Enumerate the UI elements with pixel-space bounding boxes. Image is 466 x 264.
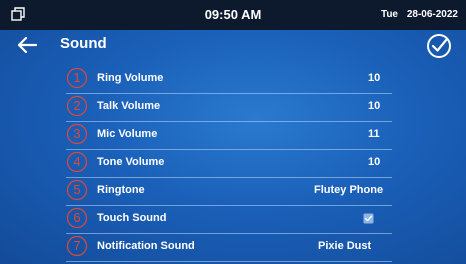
setting-number: 7 [73, 238, 81, 253]
setting-label: Ring Volume [97, 72, 164, 84]
back-arrow-icon[interactable] [16, 35, 38, 55]
touch-sound-checkbox[interactable] [363, 213, 374, 224]
setting-row-ring-volume[interactable]: 1 Ring Volume 10 [66, 65, 392, 94]
setting-label: Mic Volume [97, 128, 158, 140]
setting-value: 10 [368, 156, 381, 168]
setting-value: Flutey Phone [314, 184, 384, 196]
setting-number: 4 [73, 154, 81, 169]
setting-value: 11 [368, 128, 380, 140]
setting-label: Touch Sound [97, 212, 167, 224]
setting-label: Tone Volume [97, 156, 165, 168]
setting-number: 6 [73, 210, 81, 225]
setting-label: Notification Sound [97, 240, 195, 252]
setting-label: Talk Volume [97, 100, 161, 112]
setting-number: 2 [73, 98, 81, 113]
status-bar: 09:50 AM Tue 28-06-2022 [0, 0, 466, 30]
setting-label: Ringtone [97, 184, 145, 196]
status-day: Tue [380, 9, 398, 20]
check-circle-icon[interactable] [424, 31, 454, 61]
setting-row-ringtone[interactable]: 5 Ringtone Flutey Phone [66, 177, 392, 206]
setting-row-touch-sound[interactable]: 6 Touch Sound [66, 205, 392, 234]
setting-number: 1 [73, 70, 81, 85]
setting-value: 10 [368, 72, 381, 84]
setting-row-notification-sound[interactable]: 7 Notification Sound Pixie Dust [66, 233, 392, 262]
page-title: Sound [60, 35, 107, 52]
setting-number: 3 [73, 126, 81, 141]
setting-row-tone-volume[interactable]: 4 Tone Volume 10 [66, 149, 392, 178]
setting-row-talk-volume[interactable]: 2 Talk Volume 10 [66, 93, 392, 122]
setting-value: Pixie Dust [318, 240, 372, 252]
setting-row-mic-volume[interactable]: 3 Mic Volume 11 [66, 121, 392, 150]
setting-value: 10 [368, 100, 381, 112]
setting-number: 5 [73, 182, 81, 197]
screen: 09:50 AM Tue 28-06-2022 Sound 1 Ring Vol… [0, 0, 466, 264]
status-date: 28-06-2022 [406, 9, 458, 20]
title-bar: Sound [0, 30, 466, 60]
